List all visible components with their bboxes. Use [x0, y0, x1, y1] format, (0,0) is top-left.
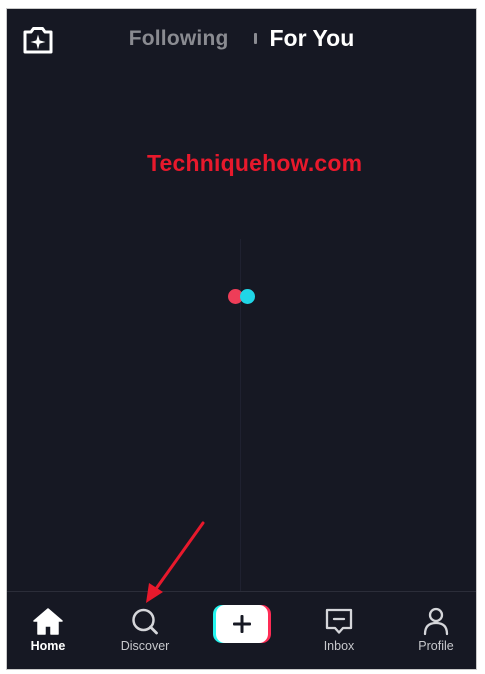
create-button-face	[216, 605, 268, 643]
nav-profile-label: Profile	[418, 639, 454, 653]
nav-home[interactable]: Home	[8, 606, 88, 662]
nav-inbox[interactable]: Inbox	[299, 606, 379, 662]
message-icon	[325, 608, 353, 634]
loader-dot-cyan	[240, 289, 255, 304]
search-icon	[132, 608, 158, 635]
create-video-button[interactable]	[213, 605, 271, 643]
person-icon	[423, 607, 449, 636]
tab-separator	[253, 33, 257, 44]
nav-inbox-label: Inbox	[323, 639, 355, 653]
app-screen: Following For You Techniquehow.com Home D…	[6, 8, 477, 670]
nav-home-label: Home	[30, 639, 66, 653]
top-bar: Following For You	[7, 9, 476, 69]
feed-tabs: Following For You	[7, 25, 476, 52]
loading-indicator	[226, 288, 262, 306]
nav-discover[interactable]: Discover	[105, 606, 185, 662]
bottom-navigation: Home Discover Inbox Profile	[7, 591, 476, 669]
plus-icon	[233, 615, 251, 633]
nav-discover-label: Discover	[120, 639, 170, 653]
watermark-text: Techniquehow.com	[147, 150, 363, 176]
home-icon	[33, 608, 63, 635]
tab-following[interactable]: Following	[129, 27, 229, 51]
nav-profile[interactable]: Profile	[396, 606, 476, 662]
annotation-arrow-icon	[146, 521, 205, 603]
tab-for-you[interactable]: For You	[270, 25, 355, 52]
